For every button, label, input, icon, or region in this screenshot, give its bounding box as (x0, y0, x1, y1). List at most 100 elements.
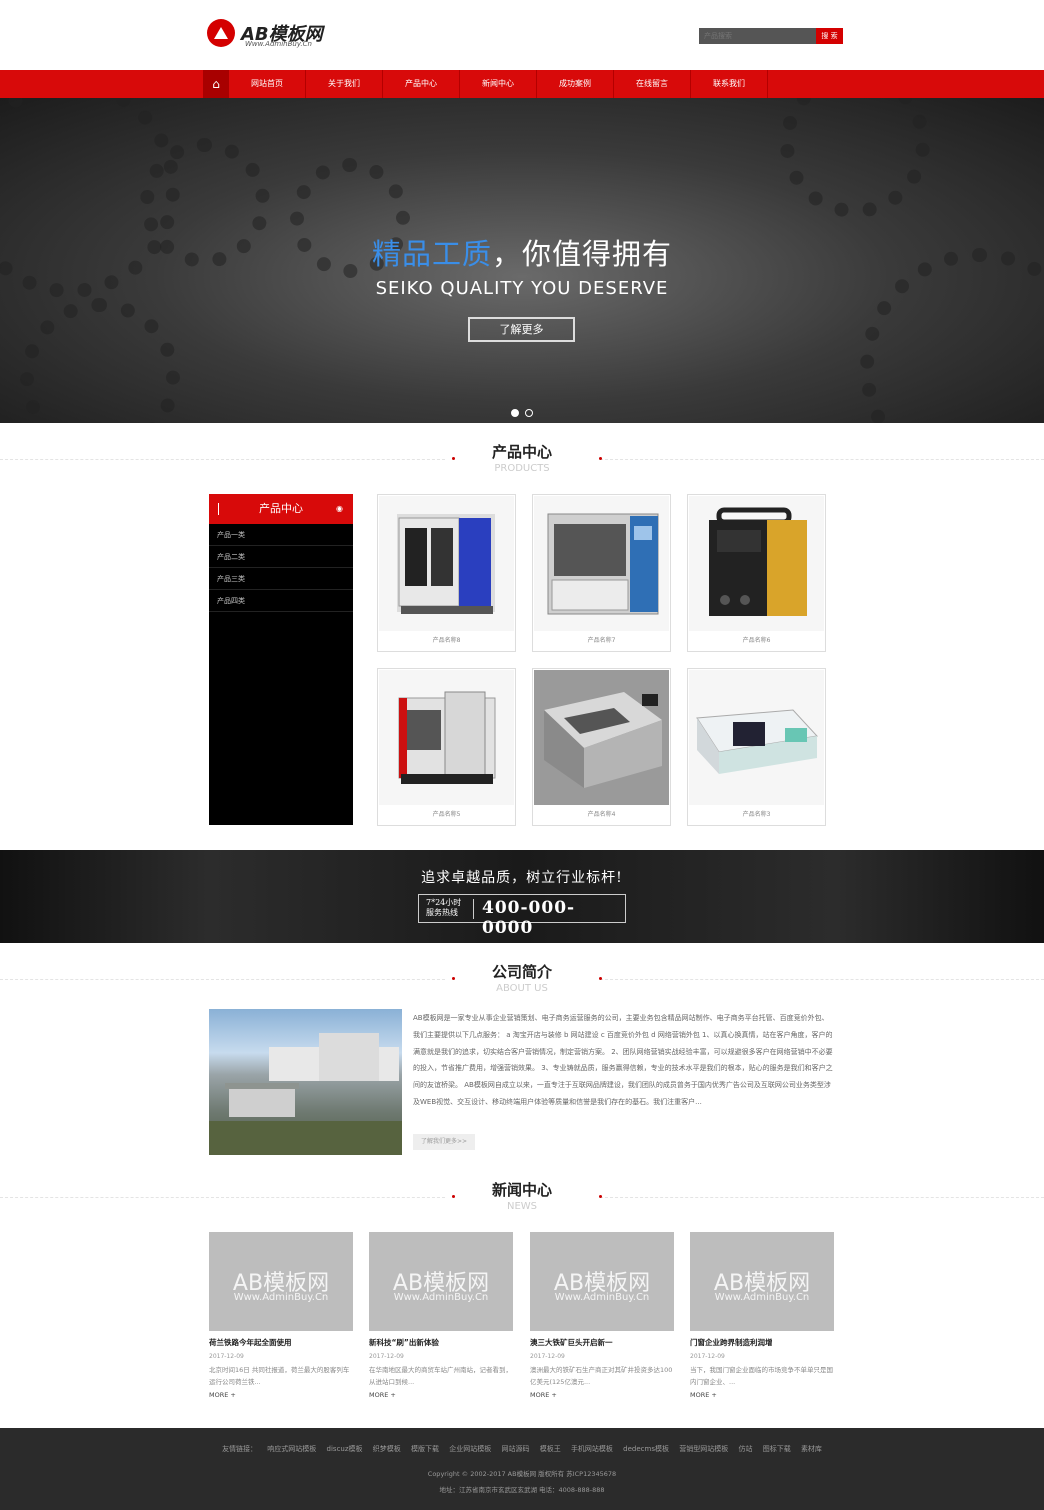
nav-item-home[interactable]: 网站首页 (229, 70, 306, 98)
hotline-separator (473, 899, 474, 919)
news-more-link[interactable]: MORE + (690, 1391, 834, 1399)
news-item-title[interactable]: 澳三大铁矿巨头开启新一 (530, 1337, 674, 1348)
hotline-banner: 追求卓越品质，树立行业标杆! 7*24小时 服务热线 400-000-0000 (0, 850, 1044, 943)
friend-links-label: 友情链接： (222, 1445, 258, 1453)
home-icon[interactable]: ⌂ (203, 70, 229, 98)
logo[interactable]: AB模板网 Www.AdminBuy.Cn (207, 19, 337, 49)
main-nav: ⌂ 网站首页 关于我们 产品中心 新闻中心 成功案例 在线留言 联系我们 (0, 70, 1044, 98)
nav-item-message[interactable]: 在线留言 (614, 70, 691, 98)
slide-dot[interactable] (525, 409, 533, 417)
news-thumbnail[interactable]: AB模板网 Www.AdminBuy.Cn (690, 1232, 834, 1331)
hero-subtitle: SEIKO QUALITY YOU DESERVE (375, 278, 669, 299)
sidebar-bar (218, 503, 219, 515)
nav-item-products[interactable]: 产品中心 (383, 70, 460, 98)
hero-title-highlight: 精品工质 (371, 237, 492, 271)
product-card[interactable]: 产品名称3 (687, 668, 826, 826)
news-item-title[interactable]: 新科技“刷”出新体验 (369, 1337, 513, 1348)
company-photo (209, 1009, 402, 1155)
products-title-en: PRODUCTS (494, 463, 550, 474)
hotline-label: 7*24小时 服务热线 (426, 898, 470, 918)
hotline-box: 7*24小时 服务热线 400-000-0000 (418, 894, 626, 938)
nav-item-cases[interactable]: 成功案例 (537, 70, 614, 98)
hero-title: 精品工质，你值得拥有 (0, 231, 1044, 273)
nav-item-contact[interactable]: 联系我们 (691, 70, 768, 98)
news-item[interactable]: AB模板网 Www.AdminBuy.Cn 门窗企业跨界制造利润增 2017-1… (690, 1232, 834, 1399)
product-name[interactable]: 产品名称3 (688, 809, 825, 818)
product-name[interactable]: 产品名称7 (533, 635, 670, 644)
sidebar-item-category-1[interactable]: 产品一类 (209, 524, 353, 546)
news-more-link[interactable]: MORE + (369, 1391, 513, 1399)
friend-link[interactable]: dedecms模板 (623, 1445, 669, 1453)
news-more-link[interactable]: MORE + (530, 1391, 674, 1399)
copyright: Copyright © 2002-2017 AB模板网 版权所有 苏ICP123… (427, 1470, 617, 1478)
news-thumbnail[interactable]: AB模板网 Www.AdminBuy.Cn (530, 1232, 674, 1331)
friend-link[interactable]: discuz模板 (327, 1445, 363, 1453)
product-image[interactable] (689, 670, 824, 805)
product-name[interactable]: 产品名称6 (688, 635, 825, 644)
friend-link[interactable]: 网站源码 (501, 1445, 529, 1453)
gear-decoration (20, 298, 180, 423)
friend-link[interactable]: 模版下载 (411, 1445, 439, 1453)
hotline-label-line-1: 7*24小时 (426, 898, 462, 907)
product-card[interactable]: 产品名称7 (532, 494, 671, 652)
product-name[interactable]: 产品名称4 (533, 809, 670, 818)
watermark-url: Www.AdminBuy.Cn (714, 1292, 810, 1303)
learn-more-button[interactable]: 了解更多 (468, 317, 575, 342)
news-item-title[interactable]: 门窗企业跨界制造利润增 (690, 1337, 834, 1348)
news-item-date: 2017-12-09 (690, 1353, 725, 1360)
friend-links: 友情链接： 响应式网站模板 discuz模板 织梦模板 模版下载 企业网站模板 … (0, 1444, 1044, 1454)
news-item-date: 2017-12-09 (209, 1353, 244, 1360)
product-name[interactable]: 产品名称5 (378, 809, 515, 818)
gear-decoration (860, 248, 1044, 423)
product-image[interactable] (379, 670, 514, 805)
footer: 友情链接： 响应式网站模板 discuz模板 织梦模板 模版下载 企业网站模板 … (0, 1428, 1044, 1510)
news-more-link[interactable]: MORE + (209, 1391, 353, 1399)
logo-url: Www.AdminBuy.Cn (245, 40, 312, 48)
sidebar-item-category-4[interactable]: 产品四类 (209, 590, 353, 612)
search-input[interactable] (699, 28, 816, 44)
product-image[interactable] (379, 496, 514, 631)
news-item[interactable]: AB模板网 Www.AdminBuy.Cn 荷兰铁路今年起全面使用 2017-1… (209, 1232, 353, 1399)
about-text: AB模板网是一家专业从事企业营销策划、电子商务运营服务的公司，主要业务包含精品网… (413, 1014, 833, 1106)
nav-item-about[interactable]: 关于我们 (306, 70, 383, 98)
news-thumbnail[interactable]: AB模板网 Www.AdminBuy.Cn (369, 1232, 513, 1331)
friend-link[interactable]: 模板王 (540, 1445, 561, 1453)
nav-item-news[interactable]: 新闻中心 (460, 70, 537, 98)
friend-link[interactable]: 仿站 (738, 1445, 752, 1453)
product-card[interactable]: 产品名称4 (532, 668, 671, 826)
news-item-title[interactable]: 荷兰铁路今年起全面使用 (209, 1337, 353, 1348)
hero-banner: 精品工质，你值得拥有 SEIKO QUALITY YOU DESERVE 了解更… (0, 98, 1044, 423)
products-title: 产品中心 (491, 443, 552, 461)
news-thumbnail[interactable]: AB模板网 Www.AdminBuy.Cn (209, 1232, 353, 1331)
hotline-number: 400-000-0000 (482, 898, 576, 938)
news-item-desc: 在华南地区最大的商贸车站广州南站，记者看到，从进站口到候... (369, 1366, 512, 1386)
product-card[interactable]: 产品名称6 (687, 494, 826, 652)
banner-slogan: 追求卓越品质，树立行业标杆! (421, 870, 623, 886)
sidebar-item-category-3[interactable]: 产品三类 (209, 568, 353, 590)
product-card[interactable]: 产品名称5 (377, 668, 516, 826)
search-box: 搜 索 (699, 28, 843, 44)
about-more-button[interactable]: 了解我们更多>> (413, 1134, 475, 1150)
friend-link[interactable]: 手机网站模板 (571, 1445, 613, 1453)
sidebar-item-category-2[interactable]: 产品二类 (209, 546, 353, 568)
slide-dot-active[interactable] (511, 409, 519, 417)
friend-link[interactable]: 企业网站模板 (449, 1445, 491, 1453)
product-image[interactable] (689, 496, 824, 631)
product-image[interactable] (534, 670, 669, 805)
news-item[interactable]: AB模板网 Www.AdminBuy.Cn 澳三大铁矿巨头开启新一 2017-1… (530, 1232, 674, 1399)
watermark-url: Www.AdminBuy.Cn (233, 1292, 329, 1303)
about-title: 公司简介 (491, 963, 552, 981)
friend-link[interactable]: 响应式网站模板 (267, 1445, 316, 1453)
product-name[interactable]: 产品名称8 (378, 635, 515, 644)
news-item-desc: 澳洲最大的铁矿石生产商正对其矿井投资多达100亿美元(125亿澳元... (530, 1366, 673, 1386)
sidebar-title: 产品中心 (259, 502, 303, 515)
news-item-desc: 北京时间16日 共同社报道，荷兰最大的股客列车运行公司荷兰铁... (209, 1366, 350, 1386)
product-card[interactable]: 产品名称8 (377, 494, 516, 652)
search-button[interactable]: 搜 索 (816, 28, 843, 44)
product-image[interactable] (534, 496, 669, 631)
friend-link[interactable]: 织梦模板 (373, 1445, 401, 1453)
friend-link[interactable]: 图标下载 (763, 1445, 791, 1453)
news-item[interactable]: AB模板网 Www.AdminBuy.Cn 新科技“刷”出新体验 2017-12… (369, 1232, 513, 1399)
friend-link[interactable]: 营销型网站模板 (679, 1445, 728, 1453)
friend-link[interactable]: 素材库 (801, 1445, 822, 1453)
